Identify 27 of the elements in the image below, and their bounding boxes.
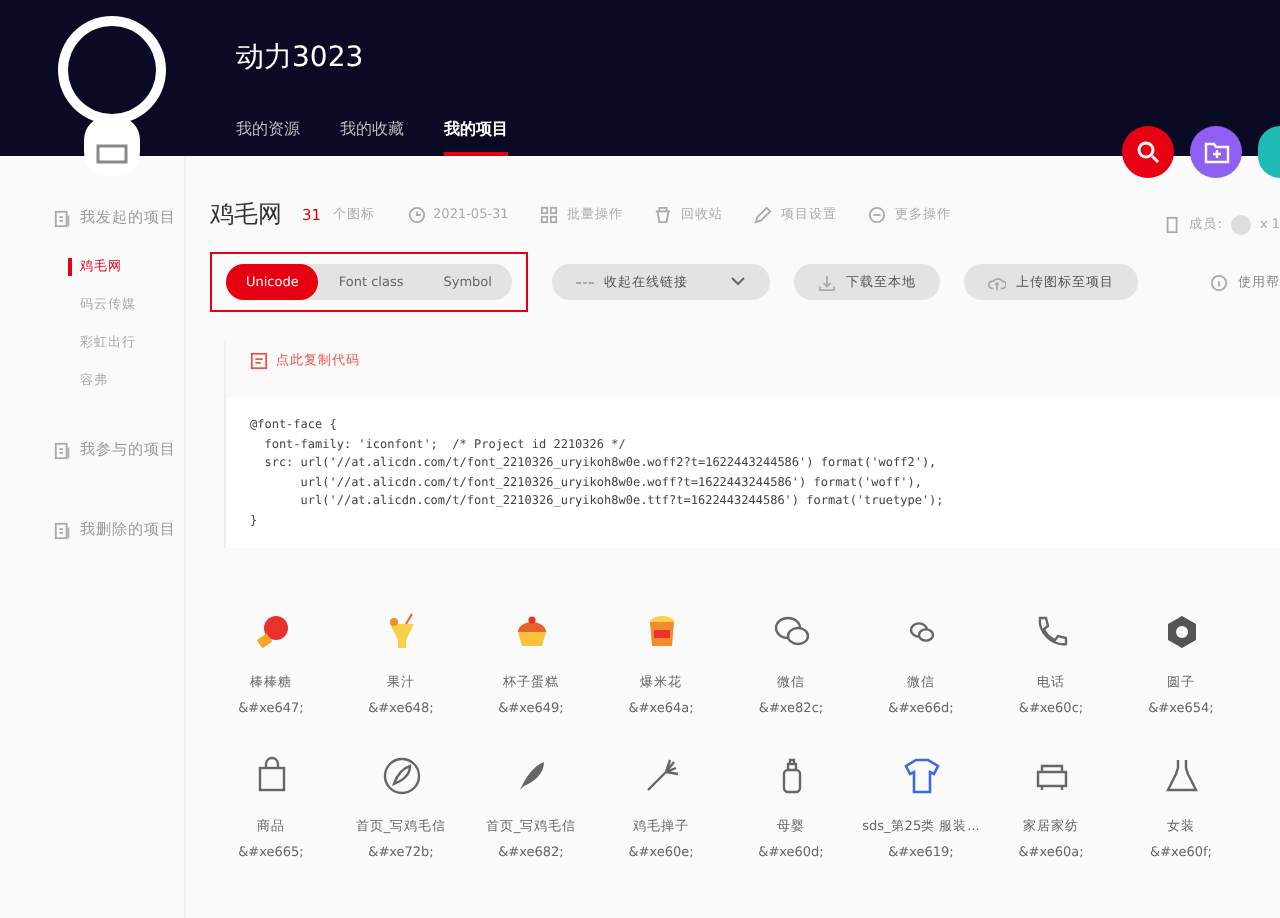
copy-icon (250, 352, 268, 370)
lollipop-icon (251, 612, 291, 652)
search-icon (1136, 140, 1160, 164)
round-button[interactable] (1258, 126, 1280, 178)
nav-tab[interactable]: 我的项目 (444, 108, 508, 156)
caret-icon (729, 276, 746, 288)
document-icon (54, 441, 72, 459)
document-icon (54, 521, 72, 539)
grid-icon (540, 205, 559, 223)
nav-tab[interactable]: 我的资源 (236, 108, 300, 156)
avatar-icon (1229, 213, 1252, 235)
pencil-icon (754, 205, 773, 223)
folder-plus-icon (1203, 140, 1229, 164)
t-shirt-icon (901, 756, 941, 796)
search-button[interactable] (1122, 126, 1174, 178)
username: 动力3023 (236, 40, 366, 78)
feather-icon (381, 756, 421, 796)
trash-icon (654, 205, 673, 223)
download-icon (817, 273, 836, 291)
help-icon (1210, 273, 1228, 291)
round-button[interactable] (1190, 126, 1242, 178)
nav-tab[interactable]: 我的收藏 (340, 108, 404, 156)
project-title: 鸡毛网 (210, 197, 282, 231)
cloud-upload-icon (987, 273, 1006, 291)
clock-icon (407, 205, 426, 223)
more-icon (868, 205, 887, 223)
document-icon (54, 209, 72, 227)
